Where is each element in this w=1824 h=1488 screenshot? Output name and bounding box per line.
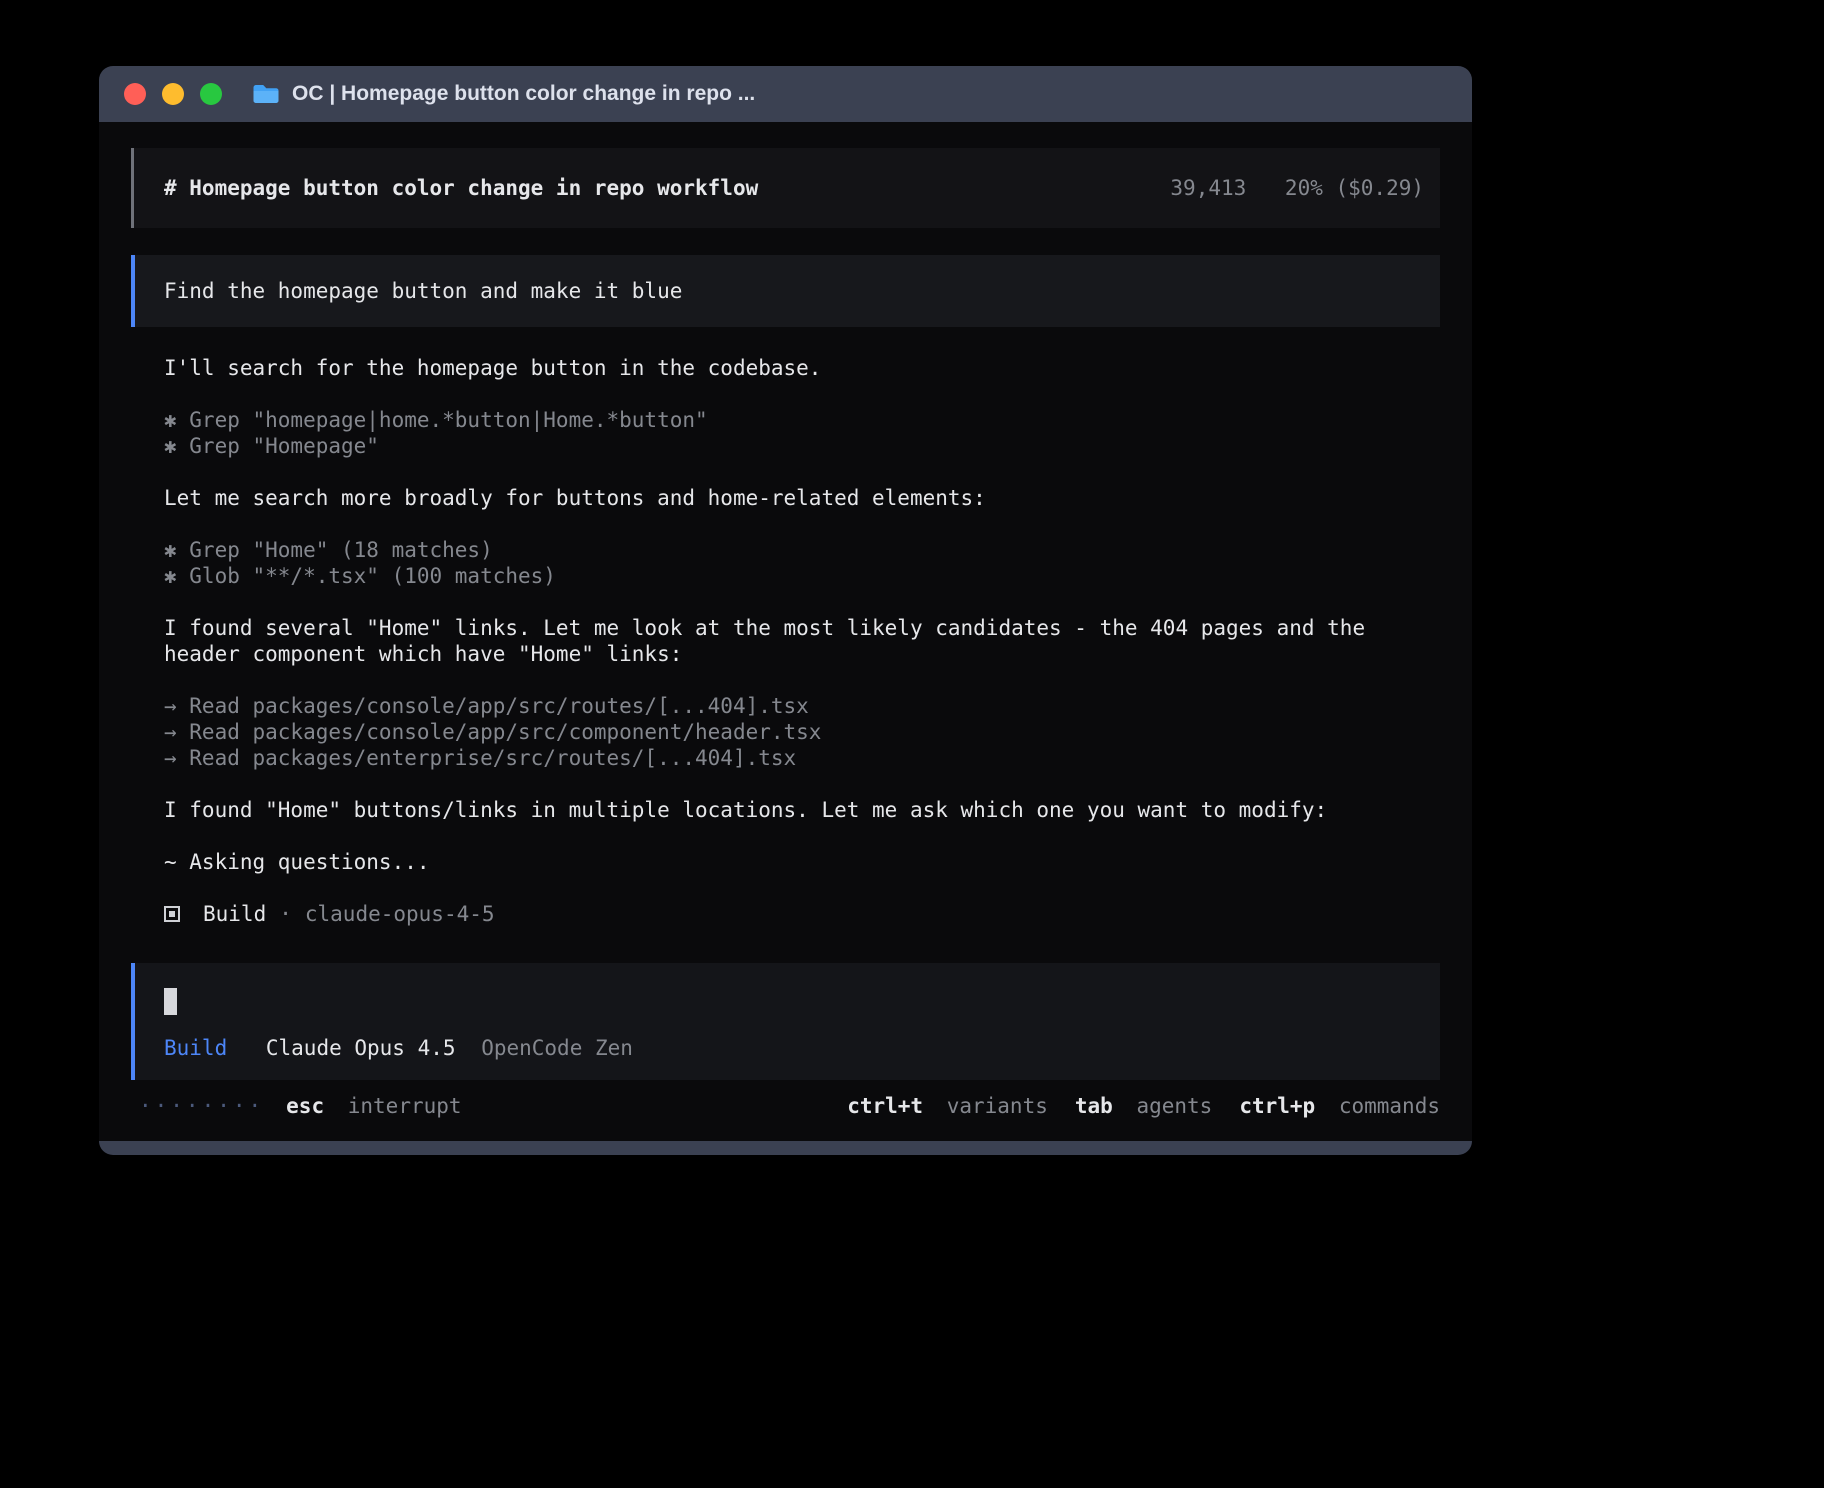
zoom-button[interactable] bbox=[200, 83, 222, 105]
terminal-content: # Homepage button color change in repo w… bbox=[99, 122, 1472, 1141]
prompt-input[interactable] bbox=[164, 988, 1411, 1015]
window-title: OC | Homepage button color change in rep… bbox=[292, 82, 755, 106]
agent-model: claude-opus-4-5 bbox=[305, 901, 495, 927]
tool-call-line: ✱ Grep "homepage|home.*button|Home.*butt… bbox=[164, 407, 1440, 433]
user-message: Find the homepage button and make it blu… bbox=[131, 255, 1440, 327]
shortcut-label: commands bbox=[1339, 1094, 1440, 1118]
terminal-window: OC | Homepage button color change in rep… bbox=[99, 66, 1472, 1155]
shortcut-agents: tab agents bbox=[1075, 1093, 1212, 1119]
shortcut-label: interrupt bbox=[348, 1094, 462, 1118]
conversation-transcript: I'll search for the homepage button in t… bbox=[131, 355, 1440, 927]
folder-icon bbox=[252, 83, 280, 105]
assistant-text: Let me search more broadly for buttons a… bbox=[164, 485, 1440, 511]
session-header: # Homepage button color change in repo w… bbox=[131, 148, 1440, 228]
assistant-text: I found several "Home" links. Let me loo… bbox=[164, 615, 1440, 667]
model-label: Claude Opus 4.5 bbox=[266, 1036, 456, 1060]
status-text: ~ Asking questions... bbox=[164, 849, 1440, 875]
assistant-text: I'll search for the homepage button in t… bbox=[164, 355, 1440, 381]
window-titlebar[interactable]: OC | Homepage button color change in rep… bbox=[99, 66, 1472, 122]
shortcut-commands: ctrl+p commands bbox=[1239, 1093, 1440, 1119]
user-message-text: Find the homepage button and make it blu… bbox=[164, 278, 682, 304]
shortcut-interrupt: esc interrupt bbox=[286, 1093, 461, 1119]
session-title: # Homepage button color change in repo w… bbox=[164, 175, 758, 201]
separator-dot: · bbox=[279, 901, 292, 927]
token-count: 39,413 bbox=[1170, 176, 1246, 200]
provider-label: OpenCode Zen bbox=[481, 1036, 633, 1060]
close-button[interactable] bbox=[124, 83, 146, 105]
tool-call-group: ✱ Grep "homepage|home.*button|Home.*butt… bbox=[164, 407, 1440, 459]
session-stats: 39,413 20% ($0.29) bbox=[1170, 175, 1424, 201]
shortcut-label: agents bbox=[1136, 1094, 1212, 1118]
traffic-lights bbox=[124, 83, 222, 105]
mode-label: Build bbox=[164, 1036, 227, 1060]
tool-call-line: ✱ Grep "Home" (18 matches) bbox=[164, 537, 1440, 563]
shortcut-key: ctrl+p bbox=[1239, 1094, 1315, 1118]
shortcut-variants: ctrl+t variants bbox=[847, 1093, 1048, 1119]
file-read-line: → Read packages/console/app/src/componen… bbox=[164, 719, 1440, 745]
agent-name: Build bbox=[203, 901, 266, 927]
progress-dots: ········ bbox=[139, 1093, 264, 1119]
shortcut-key: esc bbox=[286, 1094, 324, 1118]
build-agent-icon bbox=[164, 906, 180, 922]
context-usage: 20% ($0.29) bbox=[1285, 176, 1424, 200]
file-read-line: → Read packages/console/app/src/routes/[… bbox=[164, 693, 1440, 719]
prompt-editor[interactable]: Build Claude Opus 4.5 OpenCode Zen bbox=[131, 963, 1440, 1080]
text-cursor bbox=[164, 988, 177, 1015]
assistant-text: I found "Home" buttons/links in multiple… bbox=[164, 797, 1440, 823]
shortcut-key: tab bbox=[1075, 1094, 1113, 1118]
shortcut-key: ctrl+t bbox=[847, 1094, 923, 1118]
status-bar-right: ctrl+t variants tab agents ctrl+p comman… bbox=[847, 1093, 1440, 1119]
status-bar: ········ esc interrupt ctrl+t variants t… bbox=[131, 1093, 1440, 1119]
minimize-button[interactable] bbox=[162, 83, 184, 105]
file-read-group: → Read packages/console/app/src/routes/[… bbox=[164, 693, 1440, 771]
file-read-line: → Read packages/enterprise/src/routes/[.… bbox=[164, 745, 1440, 771]
tool-call-line: ✱ Glob "**/*.tsx" (100 matches) bbox=[164, 563, 1440, 589]
agent-attribution: Build · claude-opus-4-5 bbox=[164, 901, 1440, 927]
prompt-footer: Build Claude Opus 4.5 OpenCode Zen bbox=[164, 1035, 1411, 1061]
tool-call-group: ✱ Grep "Home" (18 matches) ✱ Glob "**/*.… bbox=[164, 537, 1440, 589]
shortcut-label: variants bbox=[947, 1094, 1048, 1118]
tool-call-line: ✱ Grep "Homepage" bbox=[164, 433, 1440, 459]
